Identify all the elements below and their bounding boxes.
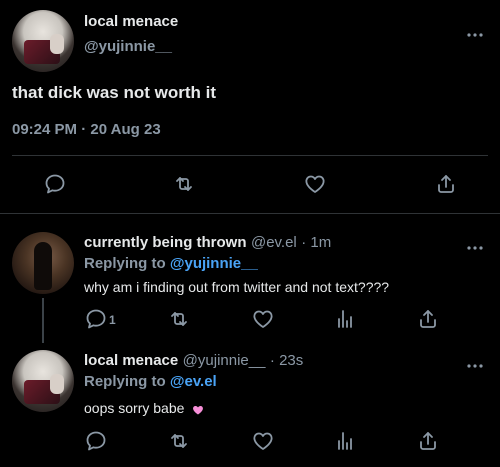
reply-icon[interactable] (84, 307, 108, 331)
more-horizontal-icon[interactable] (466, 26, 484, 37)
display-name[interactable]: currently being thrown (84, 234, 247, 251)
avatar-hand (50, 374, 64, 394)
like-icon[interactable] (251, 429, 275, 453)
analytics-icon[interactable] (333, 429, 357, 453)
reply-time[interactable]: · 1m (301, 234, 331, 251)
more-horizontal-icon[interactable] (466, 239, 484, 250)
avatar[interactable] (12, 350, 74, 412)
more-horizontal-icon[interactable] (466, 357, 484, 368)
display-name[interactable]: local menace (84, 13, 178, 30)
avatar-hand (50, 34, 64, 54)
pink-heart-emoji-icon (192, 403, 204, 415)
share-icon[interactable] (416, 429, 440, 453)
share-icon[interactable] (416, 307, 440, 331)
reply-text: why am i finding out from twitter and no… (84, 279, 390, 295)
retweet-icon[interactable] (167, 429, 191, 453)
like-icon[interactable] (251, 307, 275, 331)
mention-link[interactable]: @yujinnie__ (170, 255, 258, 272)
divider (0, 213, 500, 214)
user-handle[interactable]: @yujinnie__ (84, 38, 172, 55)
avatar[interactable] (12, 232, 74, 294)
analytics-icon[interactable] (333, 307, 357, 331)
reply-count: 1 (109, 313, 116, 327)
avatar-figure (34, 242, 52, 290)
thread-line (42, 298, 44, 343)
avatar[interactable] (12, 10, 74, 72)
like-icon[interactable] (303, 172, 327, 196)
replying-to: Replying to @ev.el (84, 373, 217, 390)
reply-icon[interactable] (84, 429, 108, 453)
mention-link[interactable]: @ev.el (170, 373, 217, 390)
replying-to-label: Replying to (84, 255, 166, 272)
user-handle[interactable]: @ev.el (251, 234, 297, 251)
reply-time[interactable]: · 23s (270, 352, 303, 369)
reply-action[interactable] (84, 307, 124, 331)
replying-to: Replying to @yujinnie__ (84, 255, 258, 272)
reply-text: oops sorry babe (84, 400, 185, 416)
tweet-text: that dick was not worth it (12, 83, 217, 102)
reply-icon[interactable] (43, 172, 67, 196)
share-icon[interactable] (434, 172, 458, 196)
display-name[interactable]: local menace (84, 352, 178, 369)
user-handle[interactable]: @yujinnie__ (183, 352, 266, 369)
replying-to-label: Replying to (84, 373, 166, 390)
divider (12, 155, 488, 156)
tweet-timestamp[interactable]: 09:24 PM · 20 Aug 23 (12, 121, 161, 138)
retweet-icon[interactable] (167, 307, 191, 331)
retweet-icon[interactable] (172, 172, 196, 196)
reply-header: local menace @yujinnie__ · 23s (84, 352, 303, 370)
reply-text-row: oops sorry babe (84, 400, 204, 416)
reply-header: currently being thrown @ev.el · 1m (84, 234, 331, 252)
